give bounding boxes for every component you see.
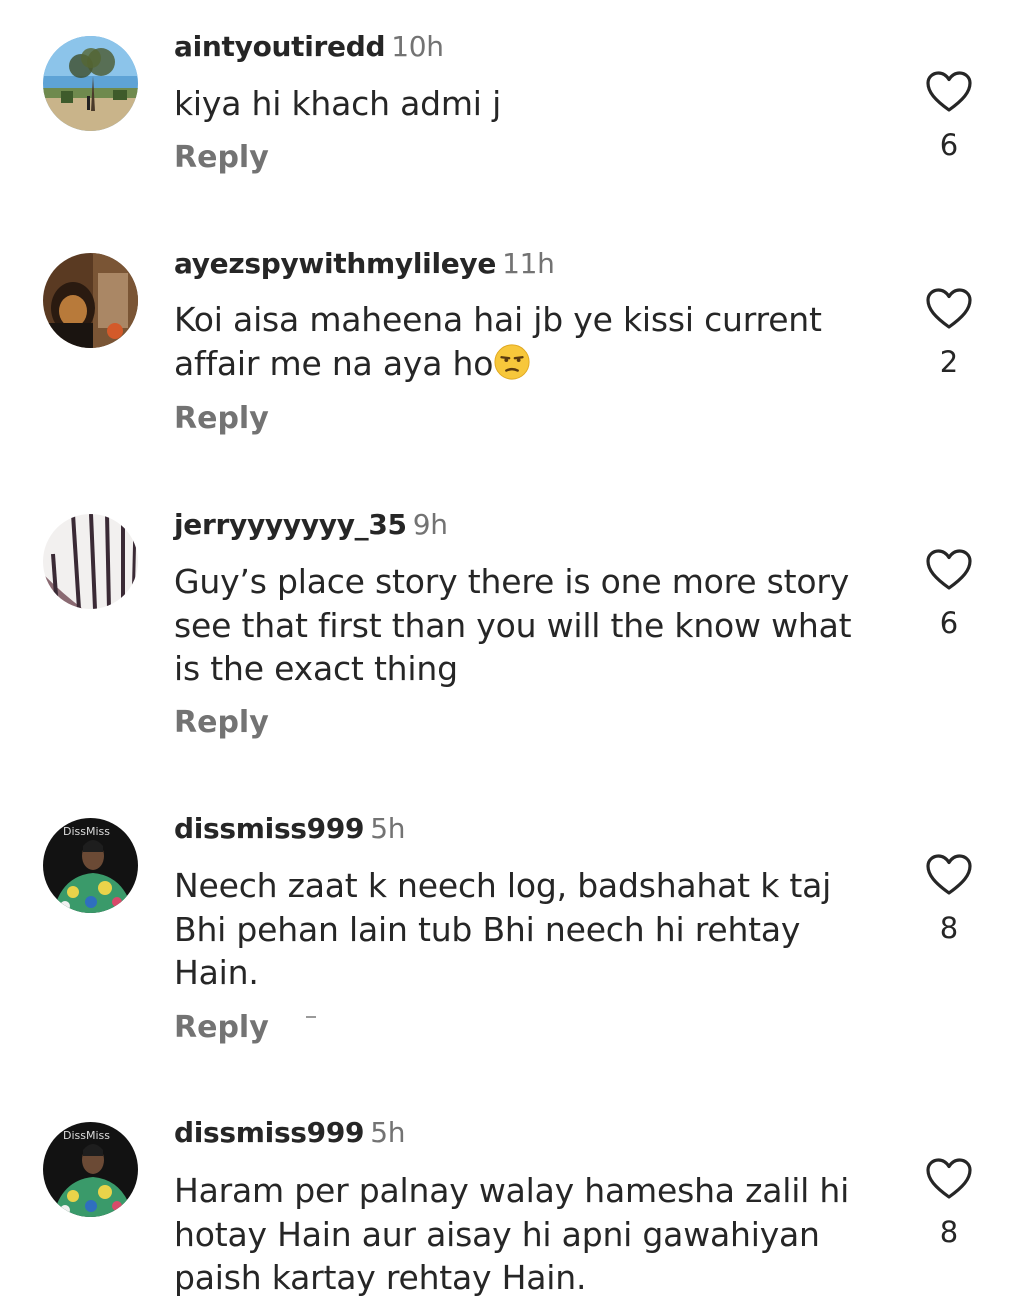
timestamp: 10h	[391, 30, 444, 63]
comment-text: kiya hi khach admi j	[174, 84, 502, 123]
username-text[interactable]: dissmiss999	[174, 812, 365, 845]
avatar[interactable]: DissMiss	[43, 1122, 138, 1217]
avatar[interactable]: DissMiss	[43, 818, 138, 913]
like-control: 8	[920, 853, 978, 943]
landscape-tree-avatar	[43, 36, 138, 131]
like-count: 6	[939, 128, 959, 162]
reply-button[interactable]: Reply	[174, 140, 269, 176]
striped-fabric-avatar	[43, 514, 138, 609]
like-count: 2	[939, 345, 959, 379]
dissmiss-logo-avatar: DissMiss	[43, 818, 138, 913]
like-control: 8	[920, 1157, 978, 1247]
like-control: 6	[920, 548, 978, 638]
username[interactable]: dissmiss999 5h	[174, 1116, 406, 1150]
unamused-face-emoji	[494, 343, 530, 380]
like-control: 6	[920, 70, 978, 160]
dim-portrait-avatar	[43, 253, 138, 348]
timestamp: 9h	[412, 508, 448, 541]
username-text[interactable]: aintyoutiredd	[174, 30, 386, 63]
heart-icon[interactable]	[920, 70, 978, 114]
username[interactable]: dissmiss999 5h	[174, 812, 406, 846]
username[interactable]: ayezspywithmylileye 11h	[174, 247, 555, 281]
like-count: 8	[939, 1215, 959, 1249]
comment-text: Koi aisa maheena hai jb ye kissi current…	[174, 298, 884, 385]
avatar[interactable]	[43, 253, 138, 348]
like-control: 2	[920, 287, 978, 377]
divider	[306, 1016, 316, 1018]
timestamp: 5h	[370, 1116, 406, 1149]
avatar[interactable]	[43, 514, 138, 609]
timestamp: 5h	[370, 812, 406, 845]
timestamp: 11h	[502, 247, 555, 280]
username-text[interactable]: jerryyyyyyy_35	[174, 508, 407, 541]
avatar-logo-text: DissMiss	[63, 1129, 110, 1142]
heart-icon[interactable]	[920, 853, 978, 897]
heart-icon[interactable]	[920, 1157, 978, 1201]
like-count: 6	[939, 606, 959, 640]
comment-text: Neech zaat k neech log, badshahat k taj …	[174, 866, 832, 992]
reply-button[interactable]: Reply	[174, 1010, 269, 1046]
like-count: 8	[939, 911, 959, 945]
username[interactable]: aintyoutiredd 10h	[174, 30, 444, 64]
comment-text: Haram per palnay walay hamesha zalil hi …	[174, 1171, 850, 1297]
avatar[interactable]	[43, 36, 138, 131]
heart-icon[interactable]	[920, 548, 978, 592]
dissmiss-logo-avatar: DissMiss	[43, 1122, 138, 1217]
avatar-logo-text: DissMiss	[63, 825, 110, 838]
username-text[interactable]: dissmiss999	[174, 1116, 365, 1149]
username-text[interactable]: ayezspywithmylileye	[174, 247, 496, 280]
comment-text: Guy’s place story there is one more stor…	[174, 562, 852, 688]
heart-icon[interactable]	[920, 287, 978, 331]
reply-button[interactable]: Reply	[174, 401, 269, 437]
username[interactable]: jerryyyyyyy_35 9h	[174, 508, 448, 542]
reply-button[interactable]: Reply	[174, 705, 269, 741]
